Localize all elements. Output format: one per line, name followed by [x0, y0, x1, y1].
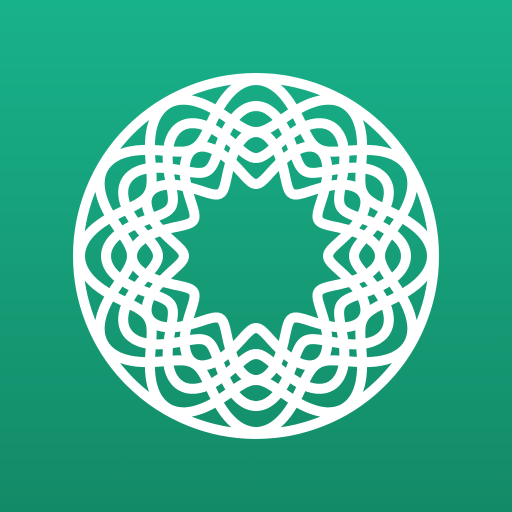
- interlaced-knot-logo-icon: [0, 0, 512, 512]
- app-icon: [0, 0, 512, 512]
